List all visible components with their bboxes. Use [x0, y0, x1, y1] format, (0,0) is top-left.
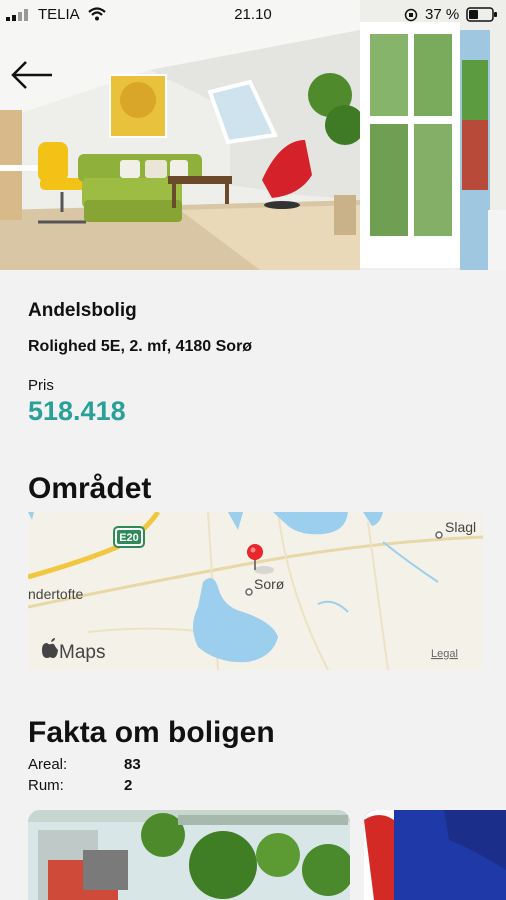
fact-label: Areal: — [28, 756, 68, 773]
nearby-card-garden-center[interactable] — [28, 810, 350, 900]
fact-row-rooms: Rum: 2 — [28, 777, 141, 798]
fact-label: Rum: — [28, 777, 64, 794]
fact-row-area: Areal: 83 — [28, 756, 141, 777]
listing-info: Andelsbolig Rolighed 5E, 2. mf, 4180 Sor… — [28, 300, 478, 427]
battery-icon — [466, 7, 497, 22]
battery-percentage: 37 % — [425, 6, 460, 23]
fact-value: 83 — [124, 756, 141, 773]
legal-link[interactable]: Legal — [431, 648, 458, 660]
e20-label: E20 — [119, 532, 139, 544]
property-address: Rolighed 5E, 2. mf, 4180 Sorø — [28, 338, 253, 355]
facts-section-title: Fakta om boligen — [28, 716, 275, 749]
status-bar: TELIA 21.10 37 % — [0, 0, 506, 30]
price-label: Pris — [28, 377, 54, 394]
place-label-right: Slagl — [445, 519, 476, 535]
facts-list: Areal: 83 Rum: 2 — [28, 756, 141, 798]
hero-photo — [0, 0, 506, 270]
maps-provider-label: Maps — [59, 642, 105, 663]
town-label: Sorø — [254, 576, 285, 592]
arrow-left-icon — [11, 61, 52, 89]
orientation-lock-icon — [404, 8, 418, 22]
area-map[interactable]: E20 Sorø ndertofte Slagl Maps Legal — [28, 512, 483, 670]
place-label-left: ndertofte — [28, 586, 83, 602]
fact-value: 2 — [124, 777, 133, 794]
area-section-title: Området — [28, 472, 152, 505]
back-button[interactable] — [10, 58, 56, 92]
e20-road-badge: E20 — [113, 526, 145, 548]
property-type: Andelsbolig — [28, 300, 137, 321]
price-value: 518.418 — [28, 396, 126, 426]
nearby-card-2[interactable] — [364, 810, 506, 900]
